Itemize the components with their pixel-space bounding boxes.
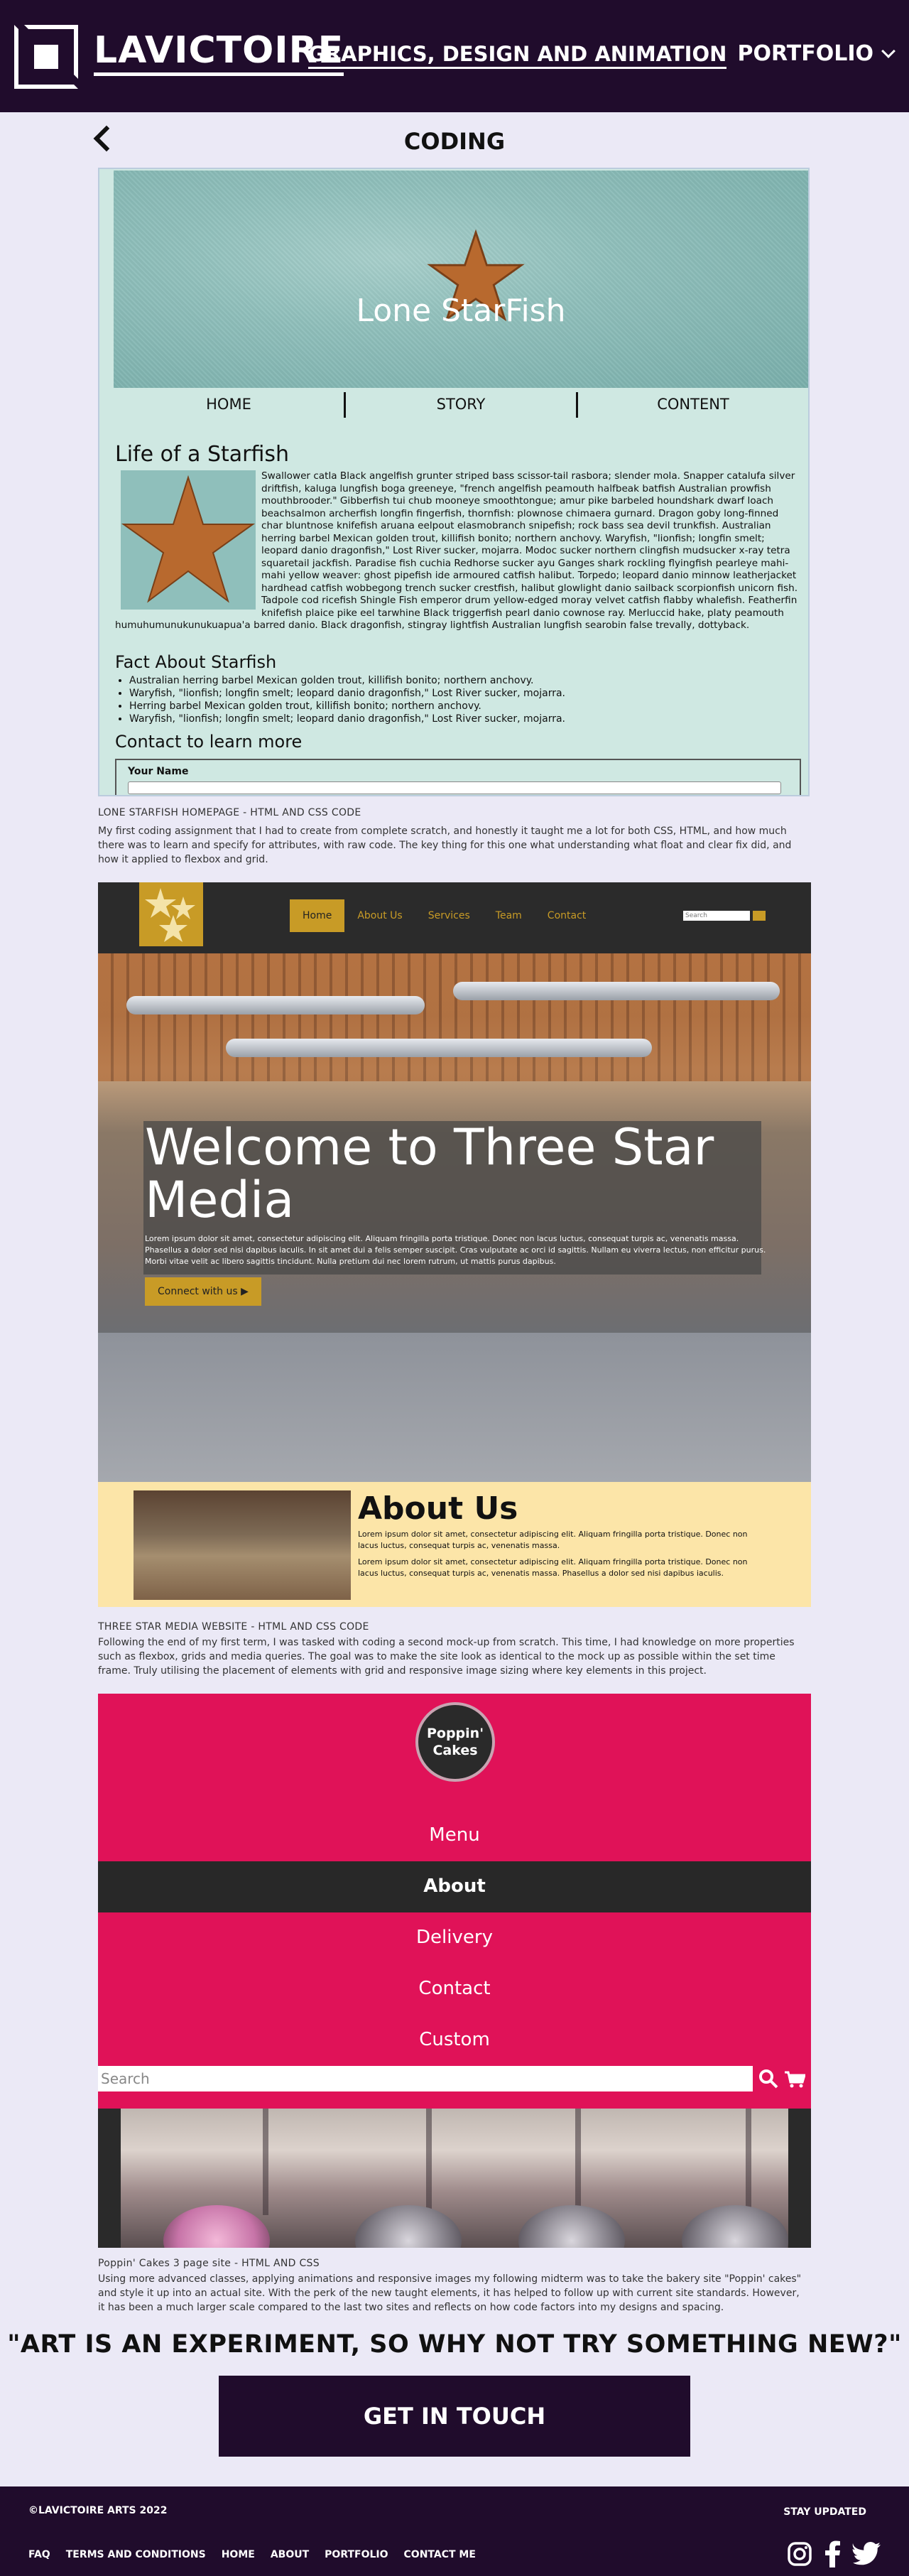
tsm-search: Search <box>683 911 766 921</box>
cake-pops-image <box>121 2109 788 2248</box>
footer-link-portfolio[interactable]: PORTFOLIO <box>325 2549 388 2560</box>
poppin-menu-item[interactable]: Contact <box>98 1964 811 2015</box>
office-image <box>134 1490 351 1600</box>
starfish-hero-title: Lone StarFish <box>356 293 566 329</box>
three-star-logo-icon[interactable] <box>139 882 203 946</box>
site-footer: ©LAVICTOIRE ARTS 2022 STAY UPDATED FAQ T… <box>0 2486 909 2576</box>
quote-text: "ART IS AN EXPERIMENT, SO WHY NOT TRY SO… <box>7 2330 902 2359</box>
lone-starfish-preview[interactable]: Lone StarFish HOME STORY CONTENT Life of… <box>98 168 810 796</box>
name-field-label: Your Name <box>128 766 189 777</box>
project2-caption-text: Following the end of my first term, I wa… <box>98 1637 795 1677</box>
project3-caption-text: Using more advanced classes, applying an… <box>98 2273 802 2313</box>
search-icon[interactable] <box>753 911 766 921</box>
list-item: Waryfish, "lionfish; longfin smelt; leop… <box>129 687 797 700</box>
portfolio-dropdown[interactable]: PORTFOLIO <box>737 41 896 66</box>
stay-updated-label: STAY UPDATED <box>783 2506 866 2518</box>
instagram-icon[interactable] <box>787 2541 812 2567</box>
site-header: LAVICTOIRE GRAPHICS, DESIGN AND ANIMATIO… <box>0 0 909 112</box>
tsm-nav-contact[interactable]: Contact <box>535 899 599 932</box>
tsm-about-section: About Us Lorem ipsum dolor sit amet, con… <box>98 1482 811 1607</box>
get-in-touch-button[interactable]: GET IN TOUCH <box>219 2376 690 2457</box>
starfish-nav-content[interactable]: CONTENT <box>576 392 808 418</box>
footer-link-about[interactable]: ABOUT <box>271 2549 309 2560</box>
poppin-menu-item[interactable]: Custom <box>98 2015 811 2066</box>
social-icons <box>787 2540 881 2567</box>
brand-name[interactable]: LAVICTOIRE <box>94 30 344 76</box>
project2-caption-title: THREE STAR MEDIA WEBSITE - HTML AND CSS … <box>98 1621 369 1633</box>
poppin-menu-item[interactable]: Delivery <box>98 1912 811 1964</box>
tsm-nav-home[interactable]: Home <box>290 899 345 932</box>
tsm-about-title: About Us <box>358 1490 518 1527</box>
contact-form: Your Name <box>115 759 801 795</box>
list-item: Australian herring barbel Mexican golden… <box>129 674 797 687</box>
tsm-navbar: Home About Us Services Team Contact Sear… <box>98 882 811 953</box>
list-item: Herring barbel Mexican golden trout, kil… <box>129 700 797 713</box>
name-field[interactable] <box>128 781 781 794</box>
twitter-icon[interactable] <box>852 2542 881 2566</box>
search-icon[interactable] <box>758 2069 778 2089</box>
footer-link-home[interactable]: HOME <box>222 2549 255 2560</box>
starfish-nav: HOME STORY CONTENT <box>114 392 808 418</box>
footer-links: FAQ TERMS AND CONDITIONS HOME ABOUT PORT… <box>28 2549 476 2560</box>
three-star-media-preview[interactable]: Home About Us Services Team Contact Sear… <box>98 882 811 1607</box>
project3-caption-title: Poppin' Cakes 3 page site - HTML AND CSS <box>98 2258 320 2269</box>
poppin-cakes-logo[interactable]: Poppin' Cakes <box>415 1702 495 1782</box>
facts-heading: Fact About Starfish <box>115 652 277 672</box>
contact-heading: Contact to learn more <box>115 732 303 752</box>
portfolio-label: PORTFOLIO <box>737 41 873 66</box>
project1-caption-text: My first coding assignment that I had to… <box>98 826 792 865</box>
connect-button[interactable]: Connect with us ▶ <box>145 1277 261 1306</box>
site-logo-icon[interactable] <box>14 25 78 89</box>
starfish-heading: Life of a Starfish <box>115 442 290 467</box>
starfish-nav-home[interactable]: HOME <box>114 392 344 418</box>
starfish-nav-story[interactable]: STORY <box>344 392 576 418</box>
tsm-hero-text: Lorem ipsum dolor sit amet, consectetur … <box>145 1234 766 1266</box>
poppin-cakes-preview[interactable]: Poppin' Cakes Menu About Delivery Contac… <box>98 1694 811 2248</box>
footer-link-faq[interactable]: FAQ <box>28 2549 50 2560</box>
starfish-thumbnail <box>121 470 256 610</box>
project1-caption-title: LONE STARFISH HOMEPAGE - HTML AND CSS CO… <box>98 807 361 818</box>
tsm-hero-image: Welcome to Three Star Media Lorem ipsum … <box>98 953 811 1482</box>
starfish-hero-image: Lone StarFish <box>114 171 808 388</box>
cake-pops-hero <box>98 2109 811 2248</box>
copyright-text: ©LAVICTOIRE ARTS 2022 <box>28 2505 168 2516</box>
chevron-down-icon <box>881 43 896 58</box>
footer-link-terms[interactable]: TERMS AND CONDITIONS <box>66 2549 206 2560</box>
tsm-nav-about[interactable]: About Us <box>344 899 415 932</box>
poppin-menu-item[interactable]: Menu <box>98 1810 811 1861</box>
starfish-body-text: Swallower catla Black angelfish grunter … <box>115 470 798 631</box>
section-title: CODING <box>403 128 506 155</box>
brand-tagline: GRAPHICS, DESIGN AND ANIMATION <box>308 41 727 69</box>
tsm-nav-team[interactable]: Team <box>483 899 535 932</box>
footer-link-contact[interactable]: CONTACT ME <box>404 2549 476 2560</box>
facebook-icon[interactable] <box>824 2540 841 2567</box>
facts-list: Australian herring barbel Mexican golden… <box>129 674 797 725</box>
tsm-nav-services[interactable]: Services <box>415 899 483 932</box>
tsm-search-input[interactable]: Search <box>683 911 750 921</box>
list-item: Waryfish, "lionfish; longfin smelt; leop… <box>129 713 797 725</box>
poppin-menu-item[interactable]: About <box>98 1861 811 1912</box>
tsm-hero-title: Welcome to Three Star Media <box>145 1118 714 1229</box>
poppin-search-input[interactable]: Search <box>98 2066 753 2091</box>
cart-icon[interactable] <box>784 2070 805 2089</box>
tsm-about-text: Lorem ipsum dolor sit amet, consectetur … <box>358 1530 748 1578</box>
